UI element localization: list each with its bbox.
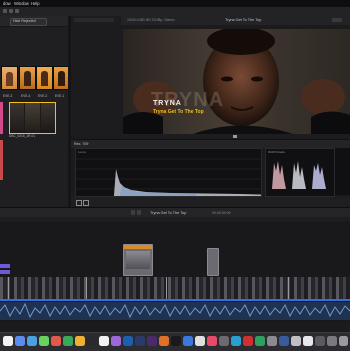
telegram-icon[interactable] <box>231 336 241 346</box>
back-button[interactable] <box>131 210 135 215</box>
audio-track[interactable] <box>0 302 350 320</box>
scopes-header: Rec. 709 <box>71 139 350 148</box>
selected-clip-filmstrip[interactable] <box>9 102 56 134</box>
library-icon[interactable] <box>3 9 7 13</box>
clip-thumbnail[interactable] <box>1 66 18 90</box>
primary-storyline[interactable] <box>0 277 350 301</box>
lightroom-icon[interactable] <box>135 336 145 346</box>
vlc-icon[interactable] <box>159 336 169 346</box>
timeline-title: Tryna Get To The Top <box>150 210 187 215</box>
music-icon[interactable] <box>207 336 217 346</box>
connected-clip[interactable] <box>123 244 153 276</box>
timeline-timecode: 00:00:04:09 <box>212 210 231 215</box>
browser-header: Hide Rejected <box>0 16 68 27</box>
parade-plot <box>272 161 326 189</box>
app-store-icon[interactable] <box>183 336 193 346</box>
menu-item-help[interactable]: Help <box>31 1 40 6</box>
mac-menu-bar: dow Window Help <box>0 0 350 7</box>
overlay-title: TRYNA <box>153 100 182 107</box>
vectorscope-slice <box>335 148 350 195</box>
play-icon[interactable] <box>233 135 237 138</box>
transform-icon[interactable] <box>83 200 89 206</box>
trash-icon[interactable] <box>339 336 348 346</box>
forward-button[interactable] <box>137 210 141 215</box>
video-frame <box>123 29 350 134</box>
video-viewer[interactable]: TRYNA TRYNA Tryna Get To The Top <box>123 29 350 134</box>
title-clip[interactable] <box>0 264 10 268</box>
color-strip <box>0 140 3 180</box>
clip-label: EVE-4 <box>21 94 31 98</box>
scopes-label: Rec. 709 <box>74 142 89 146</box>
menu-item-window[interactable]: Window <box>14 1 29 6</box>
photoshop-icon[interactable] <box>123 336 133 346</box>
rgb-parade: RGB Parade <box>265 148 335 197</box>
selected-clip-label: DSC_0216_1R-01 <box>9 134 36 138</box>
textedit-icon[interactable] <box>303 336 313 346</box>
clip-label: EVE-1 <box>55 94 65 98</box>
photos-icon[interactable] <box>75 336 85 346</box>
zoom-icon[interactable] <box>279 336 289 346</box>
overlay-subtitle: Tryna Get To The Top <box>153 109 204 115</box>
browser-pane: Hide Rejected EVE-3 EVE-4 EVE-2 EVE-1 DS… <box>0 16 70 212</box>
mac-dock <box>0 332 350 351</box>
finder-icon[interactable] <box>3 336 13 346</box>
viewer-format: 1920×1080 HD 23.98p, Stereo <box>127 18 175 22</box>
youtube-icon[interactable] <box>243 336 253 346</box>
mail-icon[interactable] <box>51 336 61 346</box>
viewer-header: 1920×1080 HD 23.98p, Stereo Tryna Get To… <box>121 16 350 25</box>
library-strip <box>71 16 121 136</box>
filter-label: Hide Rejected <box>13 19 36 23</box>
title-clip[interactable] <box>0 270 10 274</box>
view-options-button[interactable] <box>332 18 342 22</box>
safari-icon[interactable] <box>27 336 37 346</box>
utility-icon[interactable] <box>267 336 277 346</box>
clip-thumbnail[interactable] <box>19 66 36 90</box>
clip-label: EVE-2 <box>38 94 48 98</box>
spotify-icon[interactable] <box>255 336 265 346</box>
folder-icon[interactable] <box>315 336 325 346</box>
photos-icon[interactable] <box>9 9 13 13</box>
launchpad-icon[interactable] <box>15 336 25 346</box>
maps-icon[interactable] <box>63 336 73 346</box>
downloads-icon[interactable] <box>327 336 337 346</box>
final-cut-icon[interactable] <box>171 336 181 346</box>
viewer-title: Tryna Get To The Top <box>225 18 262 22</box>
facetime-icon[interactable] <box>87 336 97 346</box>
menu-item-dow[interactable]: dow <box>3 1 11 6</box>
crop-icon[interactable] <box>76 200 82 206</box>
color-strip <box>0 102 3 134</box>
clip-thumbnail[interactable] <box>36 66 53 90</box>
waveform-plot <box>76 158 261 196</box>
clip-label: EVE-3 <box>3 94 13 98</box>
luma-waveform: Luma <box>75 148 262 197</box>
premiere-icon[interactable] <box>147 336 157 346</box>
preview-icon[interactable] <box>291 336 301 346</box>
filter-dropdown[interactable]: Hide Rejected <box>10 18 47 26</box>
calendar-icon[interactable] <box>99 336 109 346</box>
titles-icon[interactable] <box>15 9 19 13</box>
notes-icon[interactable] <box>195 336 205 346</box>
podcasts-icon[interactable] <box>111 336 121 346</box>
timeline-area[interactable] <box>0 222 350 322</box>
settings-icon[interactable] <box>219 336 229 346</box>
connected-clip[interactable] <box>207 248 219 276</box>
messages-icon[interactable] <box>39 336 49 346</box>
